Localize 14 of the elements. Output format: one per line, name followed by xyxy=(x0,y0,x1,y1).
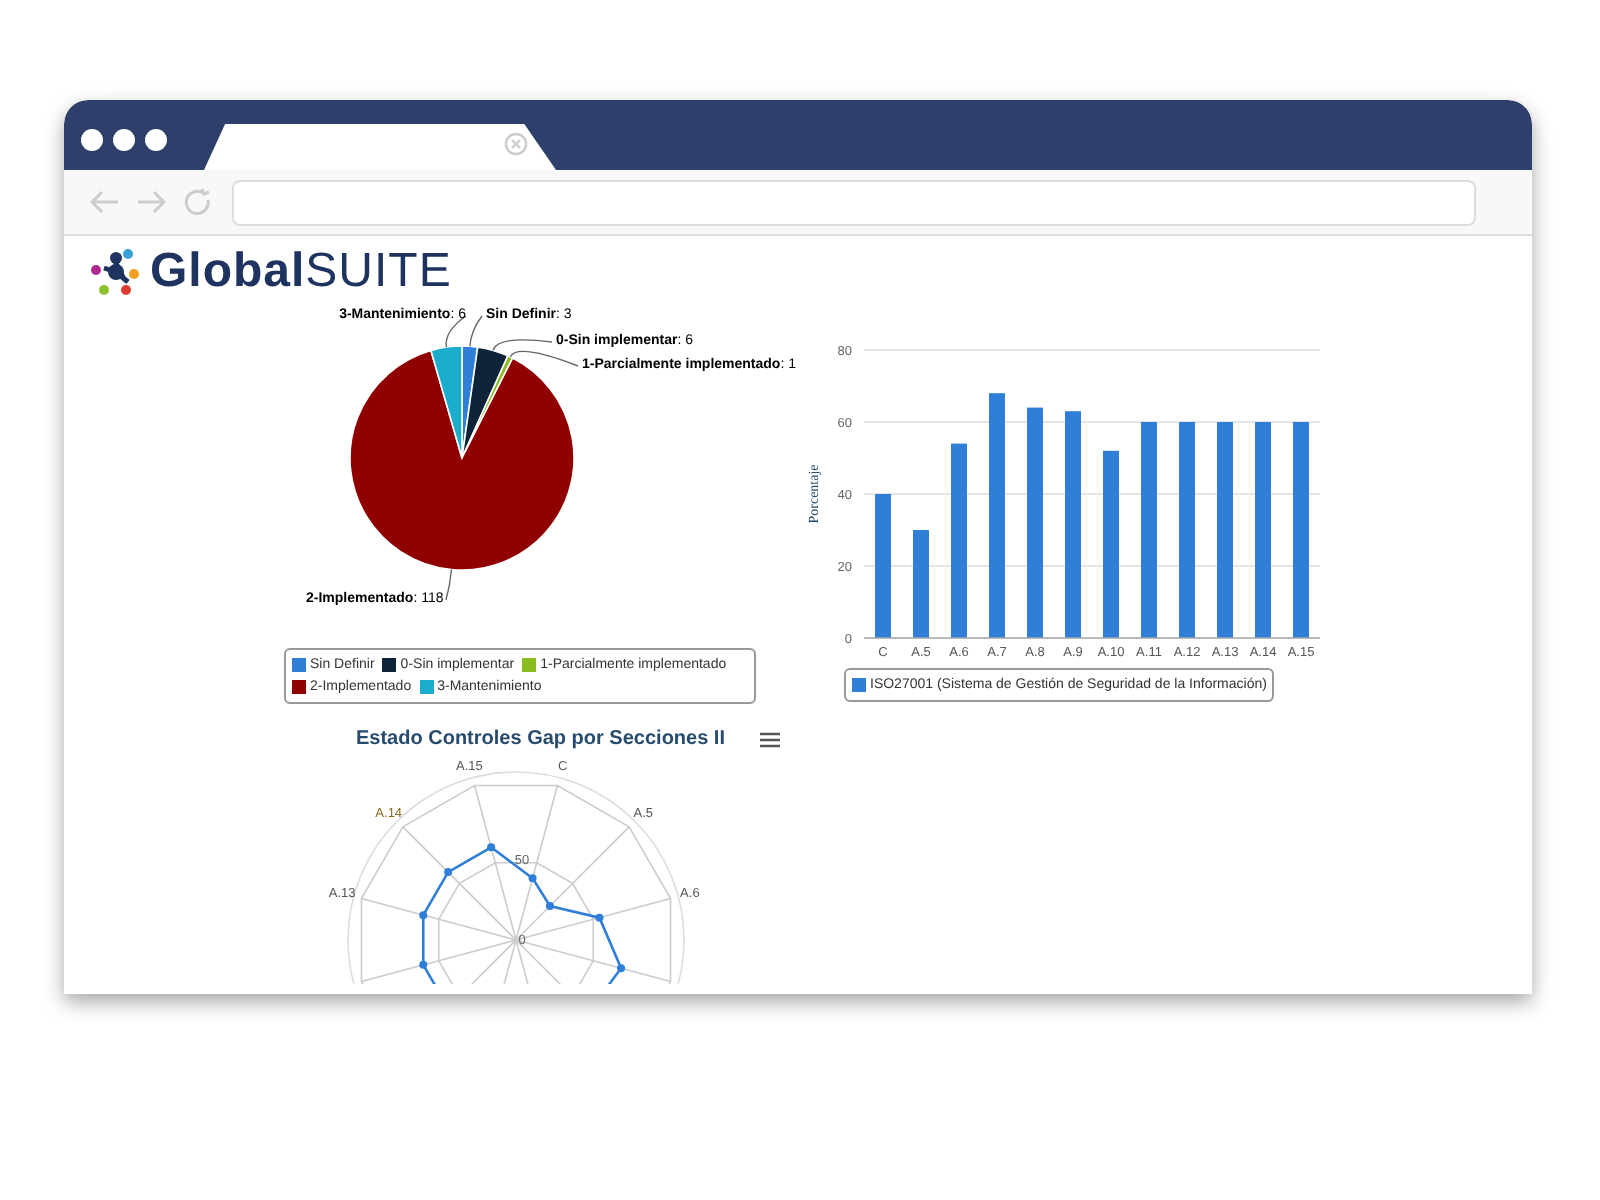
reload-icon[interactable] xyxy=(184,188,212,216)
leader-line xyxy=(445,568,453,601)
bar xyxy=(913,530,929,638)
back-arrow-icon[interactable] xyxy=(88,188,120,216)
bar xyxy=(875,494,891,638)
chart-title: Estado Controles Gap por Secciones II xyxy=(356,726,725,754)
window-dots-icon xyxy=(80,128,168,152)
forward-arrow-icon[interactable] xyxy=(136,188,168,216)
logo-dots-icon xyxy=(90,246,142,298)
menu-icon[interactable] xyxy=(760,731,780,747)
address-field[interactable] xyxy=(232,179,1476,225)
leader-line xyxy=(509,350,579,367)
close-icon[interactable] xyxy=(504,132,528,156)
logo-text: GlobalSUITE xyxy=(150,248,452,296)
